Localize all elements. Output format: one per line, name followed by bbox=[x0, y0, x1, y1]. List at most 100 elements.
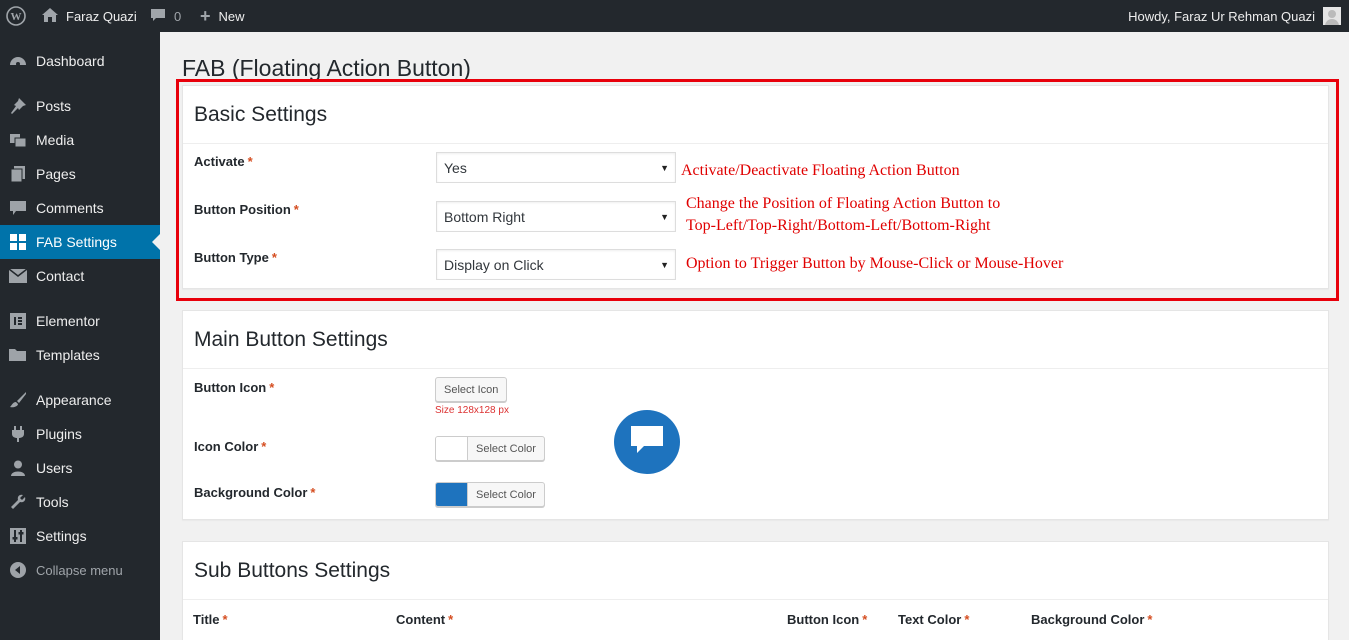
column-header-text-color: Text Color * bbox=[898, 612, 970, 627]
chat-bubble-icon bbox=[630, 425, 664, 460]
plus-icon: + bbox=[200, 5, 211, 26]
media-icon bbox=[0, 131, 36, 149]
sidebar-item-label: Dashboard bbox=[36, 53, 105, 69]
chevron-down-icon: ▼ bbox=[660, 212, 669, 222]
position-annotation-line-2: Top-Left/Top-Right/Bottom-Left/Bottom-Ri… bbox=[686, 217, 991, 234]
pin-icon bbox=[0, 97, 36, 115]
account-menu[interactable]: Howdy, Faraz Ur Rehman Quazi bbox=[1128, 0, 1341, 32]
basic-settings-heading: Basic Settings bbox=[183, 86, 1328, 144]
select-icon-button[interactable]: Select Icon bbox=[435, 377, 508, 402]
plug-icon bbox=[0, 425, 36, 443]
sidebar-item-label: Plugins bbox=[36, 426, 82, 442]
background-color-label: Background Color * bbox=[194, 485, 316, 500]
sidebar-item-settings[interactable]: Settings bbox=[0, 519, 160, 553]
site-name-label: Faraz Quazi bbox=[66, 8, 137, 24]
sidebar-item-templates[interactable]: Templates bbox=[0, 338, 160, 372]
wrench-icon bbox=[0, 493, 36, 511]
activate-annotation: Activate/Deactivate Floating Action Butt… bbox=[681, 162, 960, 179]
sidebar-item-posts[interactable]: Posts bbox=[0, 89, 160, 123]
pages-icon bbox=[0, 165, 36, 183]
sidebar-item-pages[interactable]: Pages bbox=[0, 157, 160, 191]
column-header-title: Title * bbox=[193, 612, 228, 627]
collapse-menu-button[interactable]: Collapse menu bbox=[0, 553, 160, 587]
comment-bubble-icon bbox=[150, 8, 166, 25]
admin-bar: W Faraz Quazi 0 + New Howdy, Faraz Ur Re… bbox=[0, 0, 1349, 32]
background-color-picker[interactable]: Select Color bbox=[435, 482, 545, 507]
sidebar-item-label: Pages bbox=[36, 166, 76, 182]
activate-select-value: Yes bbox=[444, 159, 467, 176]
new-label: New bbox=[218, 8, 245, 24]
admin-sidebar: Dashboard Posts Media Pages Comments FAB… bbox=[0, 32, 160, 640]
main-button-settings-heading: Main Button Settings bbox=[183, 311, 1328, 369]
sidebar-item-tools[interactable]: Tools bbox=[0, 485, 160, 519]
sidebar-item-label: Settings bbox=[36, 528, 87, 544]
svg-text:W: W bbox=[11, 11, 22, 23]
sub-buttons-settings-heading: Sub Buttons Settings bbox=[183, 542, 1328, 600]
button-position-label: Button Position * bbox=[194, 202, 299, 217]
sidebar-item-plugins[interactable]: Plugins bbox=[0, 417, 160, 451]
sliders-icon bbox=[0, 528, 36, 544]
sidebar-item-contact[interactable]: Contact bbox=[0, 259, 160, 293]
sidebar-item-label: Templates bbox=[36, 347, 100, 363]
sidebar-item-label: Appearance bbox=[36, 392, 112, 408]
brush-icon bbox=[0, 391, 36, 409]
background-color-swatch bbox=[436, 483, 468, 506]
sidebar-item-label: Elementor bbox=[36, 313, 100, 329]
sidebar-item-label: Tools bbox=[36, 494, 69, 510]
chevron-down-icon: ▼ bbox=[660, 163, 669, 173]
sidebar-item-comments[interactable]: Comments bbox=[0, 191, 160, 225]
activate-select[interactable]: Yes ▼ bbox=[436, 152, 676, 183]
howdy-text: Howdy, Faraz Ur Rehman Quazi bbox=[1128, 8, 1315, 24]
button-position-select[interactable]: Bottom Right ▼ bbox=[436, 201, 676, 232]
button-position-select-value: Bottom Right bbox=[444, 208, 525, 225]
grid-icon bbox=[0, 234, 36, 250]
dashboard-icon bbox=[0, 52, 36, 70]
sidebar-item-label: Contact bbox=[36, 268, 85, 284]
sidebar-item-label: FAB Settings bbox=[36, 234, 117, 250]
sub-buttons-settings-card: Sub Buttons Settings bbox=[182, 541, 1329, 640]
fab-preview[interactable] bbox=[614, 410, 680, 474]
chevron-down-icon: ▼ bbox=[660, 260, 669, 270]
sidebar-item-media[interactable]: Media bbox=[0, 123, 160, 157]
main-button-settings-card: Main Button Settings Button Icon * Icon C… bbox=[182, 310, 1329, 520]
site-name-link[interactable]: Faraz Quazi bbox=[42, 0, 137, 32]
collapse-icon bbox=[0, 562, 36, 578]
comment-icon bbox=[0, 199, 36, 217]
comments-count: 0 bbox=[174, 8, 182, 24]
elementor-icon bbox=[0, 313, 36, 329]
sidebar-item-fab-settings[interactable]: FAB Settings bbox=[0, 225, 160, 259]
icon-color-picker[interactable]: Select Color bbox=[435, 436, 545, 461]
button-icon-label: Button Icon * bbox=[194, 380, 275, 395]
sidebar-item-label: Posts bbox=[36, 98, 72, 114]
type-annotation: Option to Trigger Button by Mouse-Click … bbox=[686, 255, 1064, 272]
mail-icon bbox=[0, 269, 36, 283]
icon-color-swatch bbox=[436, 437, 468, 460]
column-header-button-icon: Button Icon * bbox=[787, 612, 868, 627]
icon-size-hint: Size 128x128 px bbox=[435, 405, 509, 416]
comments-link[interactable]: 0 bbox=[150, 0, 181, 32]
page-title: FAB (Floating Action Button) bbox=[182, 55, 471, 81]
sidebar-item-label: Media bbox=[36, 132, 75, 148]
column-header-content: Content * bbox=[396, 612, 454, 627]
folder-icon bbox=[0, 348, 36, 362]
sidebar-item-label: Comments bbox=[36, 200, 104, 216]
column-header-background-color: Background Color * bbox=[1031, 612, 1153, 627]
select-color-label: Select Color bbox=[476, 488, 536, 501]
button-type-select-value: Display on Click bbox=[444, 256, 544, 273]
position-annotation-line-1: Change the Position of Floating Action B… bbox=[686, 195, 1001, 212]
icon-color-label: Icon Color * bbox=[194, 439, 267, 454]
new-content-link[interactable]: + New bbox=[200, 0, 245, 32]
sidebar-item-users[interactable]: Users bbox=[0, 451, 160, 485]
wordpress-logo-icon[interactable]: W bbox=[6, 0, 30, 32]
avatar bbox=[1323, 7, 1341, 25]
button-type-label: Button Type * bbox=[194, 250, 277, 265]
sidebar-item-label: Users bbox=[36, 460, 73, 476]
activate-label: Activate * bbox=[194, 154, 253, 169]
sidebar-item-appearance[interactable]: Appearance bbox=[0, 383, 160, 417]
home-icon bbox=[42, 7, 58, 25]
button-type-select[interactable]: Display on Click ▼ bbox=[436, 249, 676, 280]
sidebar-item-elementor[interactable]: Elementor bbox=[0, 304, 160, 338]
sidebar-item-dashboard[interactable]: Dashboard bbox=[0, 44, 160, 78]
select-color-label: Select Color bbox=[476, 442, 536, 455]
user-icon bbox=[0, 460, 36, 476]
